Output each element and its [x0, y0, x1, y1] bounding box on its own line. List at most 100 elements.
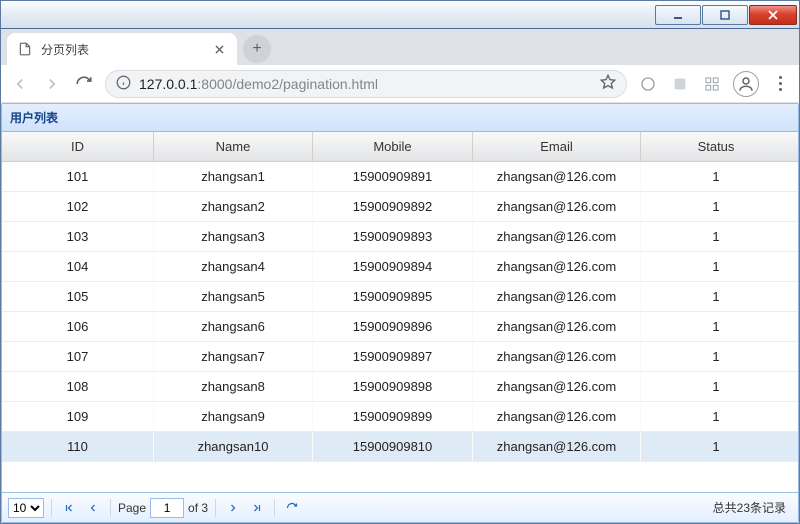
cell-name: zhangsan5: [154, 282, 313, 311]
cell-name: zhangsan9: [154, 402, 313, 431]
table-row[interactable]: 101zhangsan115900909891zhangsan@126.com1: [2, 162, 798, 192]
separator: [51, 499, 52, 517]
cell-status: 1: [641, 162, 791, 191]
star-icon[interactable]: [600, 74, 616, 93]
table-row[interactable]: 104zhangsan415900909894zhangsan@126.com1: [2, 252, 798, 282]
cell-status: 1: [641, 372, 791, 401]
cell-id: 108: [2, 372, 154, 401]
cell-id: 107: [2, 342, 154, 371]
address-bar[interactable]: 127.0.0.1:8000/demo2/pagination.html: [105, 70, 627, 98]
cell-status: 1: [641, 402, 791, 431]
cell-status: 1: [641, 342, 791, 371]
cell-name: zhangsan2: [154, 192, 313, 221]
profile-button[interactable]: [733, 71, 759, 97]
browser-tabbar: 分页列表 +: [1, 29, 799, 65]
cell-mobile: 15900909892: [313, 192, 473, 221]
pagination-bar: 10 Page of 3 总共23条记录: [2, 492, 798, 522]
extension-icon[interactable]: [669, 73, 691, 95]
table-row[interactable]: 103zhangsan315900909893zhangsan@126.com1: [2, 222, 798, 252]
last-page-button[interactable]: [247, 498, 267, 518]
cell-status: 1: [641, 282, 791, 311]
total-records-label: 总共23条记录: [713, 499, 792, 516]
cell-email: zhangsan@126.com: [473, 252, 641, 281]
cell-id: 106: [2, 312, 154, 341]
first-page-button[interactable]: [59, 498, 79, 518]
minimize-button[interactable]: [655, 5, 701, 25]
window: 分页列表 + 127.0.0.1:8000/demo2/pagination.h…: [0, 0, 800, 524]
next-page-button[interactable]: [223, 498, 243, 518]
cell-status: 1: [641, 222, 791, 251]
cell-id: 101: [2, 162, 154, 191]
table-row[interactable]: 110zhangsan1015900909810zhangsan@126.com…: [2, 432, 798, 462]
table-row[interactable]: 106zhangsan615900909896zhangsan@126.com1: [2, 312, 798, 342]
back-button[interactable]: [9, 73, 31, 95]
maximize-button[interactable]: [702, 5, 748, 25]
cell-status: 1: [641, 312, 791, 341]
column-header[interactable]: Name: [154, 132, 313, 161]
cell-id: 109: [2, 402, 154, 431]
close-button[interactable]: [749, 5, 797, 25]
cell-status: 1: [641, 192, 791, 221]
cell-mobile: 15900909898: [313, 372, 473, 401]
close-icon[interactable]: [211, 41, 227, 57]
cell-status: 1: [641, 432, 791, 461]
panel-title: 用户列表: [2, 104, 798, 132]
prev-page-button[interactable]: [83, 498, 103, 518]
cell-name: zhangsan6: [154, 312, 313, 341]
reload-button[interactable]: [73, 73, 95, 95]
cell-status: 1: [641, 252, 791, 281]
table-row[interactable]: 105zhangsan515900909895zhangsan@126.com1: [2, 282, 798, 312]
cell-name: zhangsan7: [154, 342, 313, 371]
page-of-label: of 3: [188, 501, 208, 515]
cell-mobile: 15900909899: [313, 402, 473, 431]
refresh-button[interactable]: [282, 498, 302, 518]
column-header[interactable]: ID: [2, 132, 154, 161]
table-row[interactable]: 109zhangsan915900909899zhangsan@126.com1: [2, 402, 798, 432]
cell-email: zhangsan@126.com: [473, 372, 641, 401]
cell-mobile: 15900909893: [313, 222, 473, 251]
cell-id: 103: [2, 222, 154, 251]
cell-id: 110: [2, 432, 154, 461]
cell-mobile: 15900909810: [313, 432, 473, 461]
cell-mobile: 15900909894: [313, 252, 473, 281]
cell-email: zhangsan@126.com: [473, 222, 641, 251]
cell-mobile: 15900909895: [313, 282, 473, 311]
cell-email: zhangsan@126.com: [473, 432, 641, 461]
cell-name: zhangsan8: [154, 372, 313, 401]
cell-email: zhangsan@126.com: [473, 342, 641, 371]
url-text: 127.0.0.1:8000/demo2/pagination.html: [139, 76, 592, 92]
column-header[interactable]: Status: [641, 132, 791, 161]
browser-toolbar: 127.0.0.1:8000/demo2/pagination.html: [1, 65, 799, 103]
cell-name: zhangsan10: [154, 432, 313, 461]
page-number-input[interactable]: [150, 498, 184, 518]
cell-id: 105: [2, 282, 154, 311]
column-header[interactable]: Mobile: [313, 132, 473, 161]
page-size-select[interactable]: 10: [8, 498, 44, 518]
table-row[interactable]: 102zhangsan215900909892zhangsan@126.com1: [2, 192, 798, 222]
browser-tab[interactable]: 分页列表: [7, 33, 237, 65]
cell-id: 102: [2, 192, 154, 221]
column-header[interactable]: Email: [473, 132, 641, 161]
table-row[interactable]: 108zhangsan815900909898zhangsan@126.com1: [2, 372, 798, 402]
cell-email: zhangsan@126.com: [473, 312, 641, 341]
table-row[interactable]: 107zhangsan715900909897zhangsan@126.com1: [2, 342, 798, 372]
cell-id: 104: [2, 252, 154, 281]
window-buttons: [655, 5, 799, 25]
menu-button[interactable]: [769, 73, 791, 95]
extension-icon[interactable]: [701, 73, 723, 95]
page-content: 用户列表 ID Name Mobile Email Status 101zhan…: [1, 103, 799, 523]
grid-panel: 用户列表 ID Name Mobile Email Status 101zhan…: [1, 103, 799, 523]
separator: [215, 499, 216, 517]
new-tab-button[interactable]: +: [243, 35, 271, 63]
separator: [274, 499, 275, 517]
page-label: Page: [118, 501, 146, 515]
forward-button[interactable]: [41, 73, 63, 95]
file-icon: [17, 41, 33, 57]
separator: [110, 499, 111, 517]
cell-email: zhangsan@126.com: [473, 162, 641, 191]
window-titlebar: [1, 1, 799, 29]
info-icon: [116, 75, 131, 93]
extension-icon[interactable]: [637, 73, 659, 95]
cell-name: zhangsan4: [154, 252, 313, 281]
cell-mobile: 15900909896: [313, 312, 473, 341]
